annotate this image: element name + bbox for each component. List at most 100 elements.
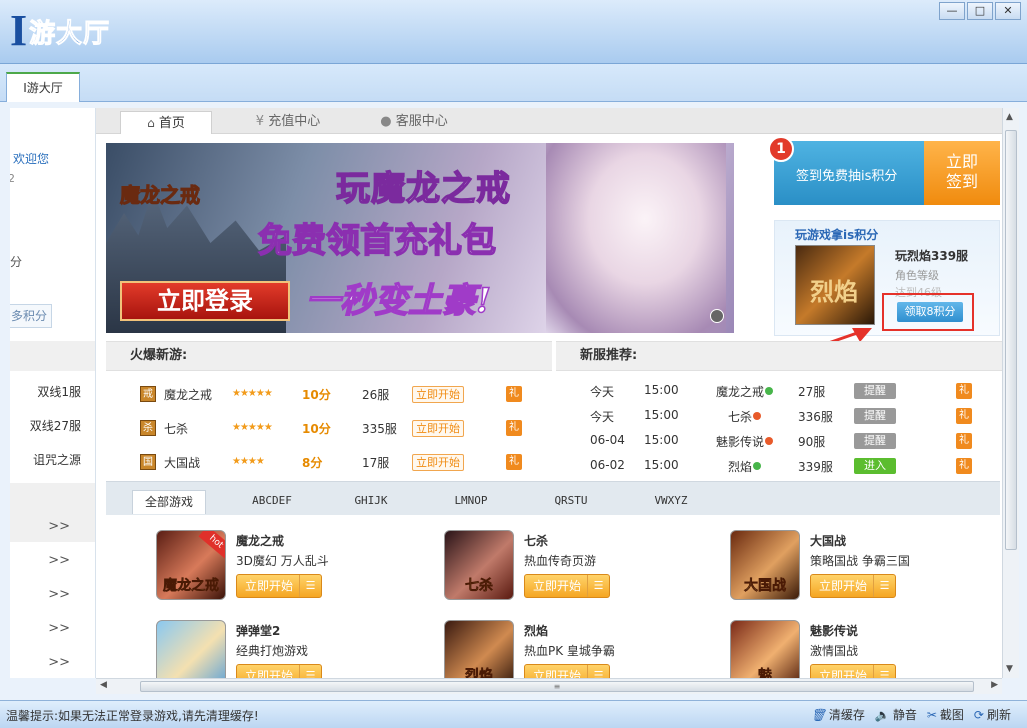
gift-icon[interactable]: 礼 — [506, 386, 522, 402]
sidebar-arrow[interactable]: >> — [10, 614, 95, 644]
server-game-name[interactable]: 七杀 — [728, 410, 752, 424]
game-desc: 经典打炮游戏 — [236, 644, 309, 658]
server-game-name[interactable]: 魅影传说 — [716, 435, 764, 449]
refresh-label: 刷新 — [986, 708, 1011, 722]
remind-button[interactable]: 提醒 — [854, 408, 896, 424]
claim-points-button[interactable]: 领取8积分 — [897, 302, 963, 322]
hot-start-button[interactable]: 立即开始 — [412, 420, 464, 437]
play-button[interactable]: 立即开始 ☰ — [236, 664, 322, 678]
hot-game-name[interactable]: 魔龙之戒 — [164, 386, 212, 403]
refresh-button[interactable]: ⟳ 刷新 — [974, 706, 1011, 723]
menu-icon[interactable]: ☰ — [873, 665, 895, 678]
filter-vwxyz[interactable]: VWXYZ — [646, 490, 696, 514]
game-filter-bar: 全部游戏 ABCDEF GHIJK LMNOP QRSTU VWXYZ — [106, 481, 1000, 515]
game-name[interactable]: 烈焰 — [524, 622, 548, 639]
scroll-down-icon[interactable]: ▼ — [1006, 664, 1013, 674]
sidebar-arrow[interactable]: >> — [10, 580, 95, 610]
server-game-name[interactable]: 烈焰 — [728, 460, 752, 474]
new-server-row[interactable]: 今天 15:00 魔龙之戒 27服 提醒 礼 — [580, 381, 1000, 406]
menu-icon[interactable]: ☰ — [587, 665, 609, 678]
game-name[interactable]: 大国战 — [810, 532, 846, 549]
carousel-dot[interactable] — [710, 309, 724, 323]
menu-icon[interactable]: ☰ — [299, 665, 321, 678]
game-points-thumbnail[interactable]: 烈焰 — [795, 245, 875, 325]
more-points-button[interactable]: 多积分 — [10, 304, 52, 328]
remind-button[interactable]: 提醒 — [854, 383, 896, 399]
game-name[interactable]: 弹弹堂2 — [236, 622, 280, 639]
gift-icon[interactable]: 礼 — [956, 408, 972, 424]
filter-ghijk[interactable]: GHIJK — [346, 490, 396, 514]
filter-qrstu[interactable]: QRSTU — [546, 490, 596, 514]
hot-game-row[interactable]: 杀 七杀 ★★★★★ 10分 335服 立即开始 礼 — [106, 413, 546, 443]
menu-icon[interactable]: ☰ — [873, 575, 895, 597]
clear-cache-button[interactable]: 🗑 清缓存 — [811, 706, 865, 723]
game-name[interactable]: 魔龙之戒 — [236, 532, 284, 549]
hot-game-row[interactable]: 戒 魔龙之戒 ★★★★★ 10分 26服 立即开始 礼 — [106, 379, 546, 409]
game-thumbnail[interactable] — [156, 620, 226, 678]
tab-recharge[interactable]: ¥ 充值中心 — [246, 111, 330, 134]
play-button[interactable]: 立即开始 ☰ — [524, 574, 610, 598]
hot-game-name[interactable]: 七杀 — [164, 420, 188, 437]
hot-start-button[interactable]: 立即开始 — [412, 454, 464, 471]
gift-icon[interactable]: 礼 — [506, 420, 522, 436]
play-button[interactable]: 立即开始 ☰ — [810, 664, 896, 678]
sidebar-arrow[interactable]: >> — [10, 546, 95, 576]
filter-all[interactable]: 全部游戏 — [132, 490, 206, 514]
enter-button[interactable]: 进入 — [854, 458, 896, 474]
screenshot-button[interactable]: ✂ 截图 — [927, 706, 964, 723]
menu-icon[interactable]: ☰ — [587, 575, 609, 597]
menu-icon[interactable]: ☰ — [299, 575, 321, 597]
game-thumbnail[interactable]: 大国战 — [730, 530, 800, 600]
sidebar-server-3[interactable]: 诅咒之源 — [33, 451, 81, 468]
gift-icon[interactable]: 礼 — [956, 458, 972, 474]
promo-banner[interactable]: 魔龙之戒 玩魔龙之戒 免费领首充礼包 一秒变土豪! 立即登录 — [106, 143, 734, 333]
vertical-scrollbar[interactable]: ▲ ▼ — [1002, 108, 1019, 678]
game-thumbnail[interactable]: 魅 — [730, 620, 800, 678]
sidebar-server-2[interactable]: 双线27服 — [30, 417, 81, 434]
new-server-row[interactable]: 今天 15:00 七杀 336服 提醒 礼 — [580, 406, 1000, 431]
sidebar-arrow[interactable]: >> — [10, 648, 95, 678]
game-name[interactable]: 魅影传说 — [810, 622, 858, 639]
gift-icon[interactable]: 礼 — [506, 454, 522, 470]
mute-button[interactable]: 🔈 静音 — [875, 706, 917, 723]
tab-home[interactable]: ⌂ 首页 — [120, 111, 212, 134]
server-game-name[interactable]: 魔龙之戒 — [716, 385, 764, 399]
close-button[interactable]: ✕ — [995, 2, 1021, 20]
sidebar-server-1[interactable]: 双线1服 — [37, 383, 81, 400]
hot-game-name[interactable]: 大国战 — [164, 454, 200, 471]
tab-main[interactable]: I游大厅 — [6, 72, 80, 102]
play-button[interactable]: 立即开始 ☰ — [810, 574, 896, 598]
hot-start-button[interactable]: 立即开始 — [412, 386, 464, 403]
game-points-name: 玩烈焰339服 — [895, 249, 969, 263]
scroll-up-icon[interactable]: ▲ — [1006, 112, 1013, 122]
minimize-button[interactable]: — — [939, 2, 965, 20]
sidebar-arrow[interactable]: >> — [10, 512, 95, 542]
gift-icon[interactable]: 礼 — [956, 433, 972, 449]
points-fragment: 分 — [10, 255, 23, 269]
game-thumbnail[interactable]: 七杀 — [444, 530, 514, 600]
play-button[interactable]: 立即开始 ☰ — [236, 574, 322, 598]
maximize-button[interactable]: □ — [967, 2, 993, 20]
filter-abcdef[interactable]: ABCDEF — [242, 490, 302, 514]
game-thumbnail[interactable]: 烈焰 — [444, 620, 514, 678]
server-time: 15:00 — [644, 458, 679, 472]
scroll-left-icon[interactable]: ◀ — [100, 680, 107, 690]
game-thumbnail[interactable]: hot 魔龙之戒 — [156, 530, 226, 600]
new-server-row[interactable]: 06-04 15:00 魅影传说 90服 提醒 礼 — [580, 431, 1000, 456]
claim-highlight: 领取8积分 — [882, 293, 974, 331]
sidebar-band — [10, 483, 95, 513]
horizontal-scrollbar[interactable]: ◀ ≡ ▶ — [96, 678, 1002, 694]
checkin-button[interactable]: 立即 签到 — [924, 141, 1000, 205]
tab-service[interactable]: ● 客服中心 — [372, 111, 456, 134]
filter-lmnop[interactable]: LMNOP — [446, 490, 496, 514]
remind-button[interactable]: 提醒 — [854, 433, 896, 449]
hot-game-row[interactable]: 国 大国战 ★★★★ 8分 17服 立即开始 礼 — [106, 447, 546, 477]
game-name[interactable]: 七杀 — [524, 532, 548, 549]
scroll-right-icon[interactable]: ▶ — [991, 680, 998, 690]
vertical-scroll-thumb[interactable] — [1005, 130, 1017, 550]
horizontal-scroll-thumb[interactable]: ≡ — [140, 681, 974, 692]
new-server-row[interactable]: 06-02 15:00 烈焰 339服 进入 礼 — [580, 456, 1000, 481]
banner-login-button[interactable]: 立即登录 — [120, 281, 290, 321]
gift-icon[interactable]: 礼 — [956, 383, 972, 399]
play-button[interactable]: 立即开始 ☰ — [524, 664, 610, 678]
